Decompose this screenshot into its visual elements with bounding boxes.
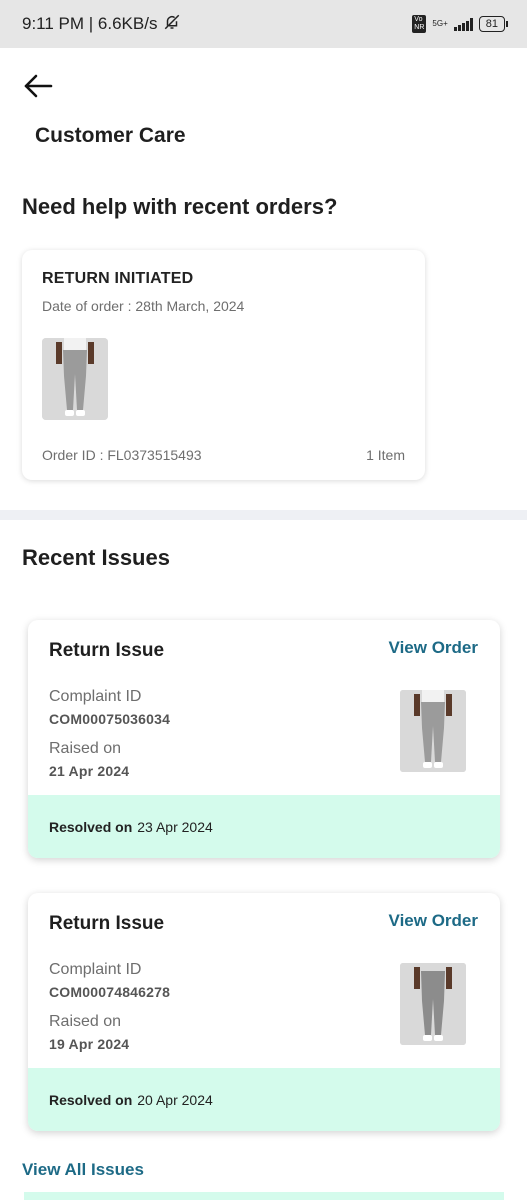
view-all-issues-link[interactable]: View All Issues (22, 1160, 144, 1180)
order-status: RETURN INITIATED (42, 270, 194, 287)
signal-bars-icon (453, 17, 473, 31)
section-divider (0, 510, 527, 520)
issue-title: Return Issue (49, 640, 165, 661)
back-button[interactable] (22, 70, 54, 102)
status-left: 9:11 PM | 6.6KB/s (22, 13, 181, 36)
product-thumbnail (42, 338, 108, 420)
order-date: Date of order : 28th March, 2024 (42, 298, 245, 314)
recent-order-card[interactable]: RETURN INITIATED Date of order : 28th Ma… (22, 250, 425, 480)
resolved-date: 20 Apr 2024 (137, 1091, 213, 1108)
complaint-id-value: COM00074846278 (49, 984, 171, 1000)
volte-badge: Vo NR (412, 15, 427, 33)
resolved-date: 23 Apr 2024 (137, 818, 213, 835)
bell-off-icon (163, 13, 181, 36)
next-card-edge (24, 1192, 504, 1200)
recent-issues-heading: Recent Issues (22, 545, 170, 570)
complaint-id-label: Complaint ID (49, 688, 142, 705)
view-order-link[interactable]: View Order (389, 911, 478, 931)
raised-on-label: Raised on (49, 1013, 122, 1030)
status-time-speed: 9:11 PM | 6.6KB/s (22, 14, 158, 33)
raised-on-value: 21 Apr 2024 (49, 763, 130, 779)
order-item-count: 1 Item (366, 447, 405, 463)
status-right: Vo NR 5G+ 81 (412, 15, 509, 33)
issue-card[interactable]: Return Issue View Order Complaint ID COM… (28, 620, 500, 858)
order-id: Order ID : FL0373515493 (42, 447, 202, 463)
product-thumbnail (400, 963, 466, 1045)
complaint-id-label: Complaint ID (49, 961, 142, 978)
resolved-label: Resolved on (49, 1091, 133, 1108)
raised-on-value: 19 Apr 2024 (49, 1036, 130, 1052)
resolved-status-bar: Resolved on 23 Apr 2024 (28, 795, 500, 858)
product-thumbnail (400, 690, 466, 772)
arrow-left-icon (24, 74, 53, 98)
resolved-label: Resolved on (49, 818, 133, 835)
complaint-id-value: COM00075036034 (49, 711, 171, 727)
status-bar: 9:11 PM | 6.6KB/s Vo NR 5G+ 81 (0, 0, 527, 48)
issue-title: Return Issue (49, 913, 165, 934)
network-label: 5G+ (432, 19, 448, 28)
resolved-status-bar: Resolved on 20 Apr 2024 (28, 1068, 500, 1131)
page-title: Customer Care (35, 124, 186, 147)
view-order-link[interactable]: View Order (389, 638, 478, 658)
raised-on-label: Raised on (49, 740, 122, 757)
battery-icon: 81 (478, 16, 509, 32)
issue-card[interactable]: Return Issue View Order Complaint ID COM… (28, 893, 500, 1131)
help-heading: Need help with recent orders? (22, 194, 338, 219)
